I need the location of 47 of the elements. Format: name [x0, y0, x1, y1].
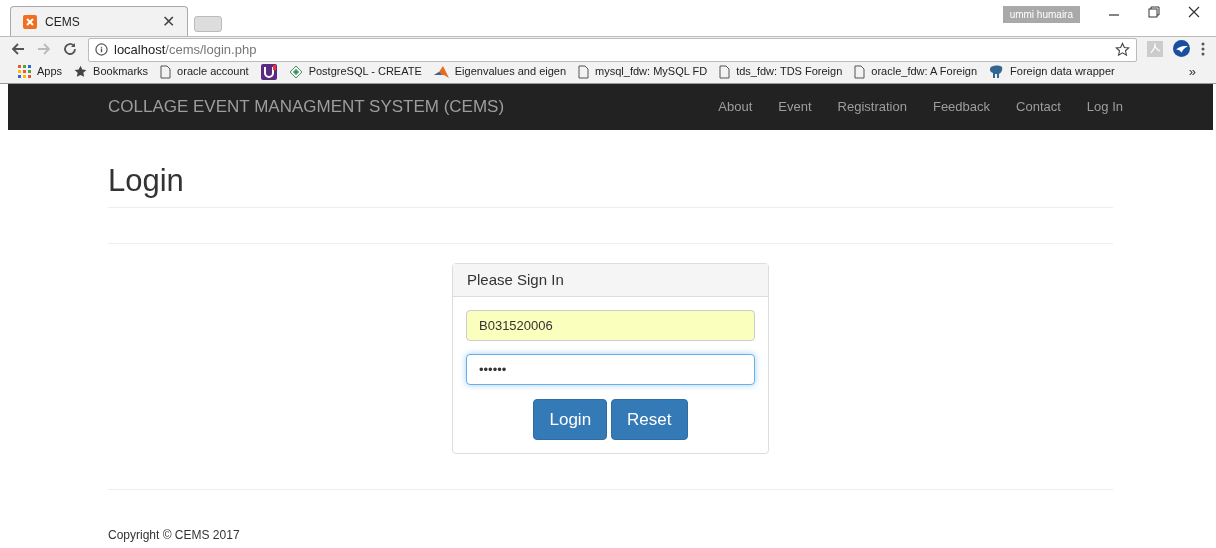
- page-heading: Login: [108, 163, 185, 199]
- page-icon: [719, 64, 731, 79]
- bookmark-link[interactable]: PostgreSQL - CREATE: [308, 63, 422, 80]
- peak-icon: [433, 64, 449, 79]
- nav-link[interactable]: Feedback: [932, 97, 991, 117]
- panel-title: Please Sign In: [453, 264, 768, 297]
- page-icon: [160, 64, 172, 79]
- bookmark-link[interactable]: Foreign data wrapper: [1010, 63, 1115, 80]
- form-button[interactable]: Login: [533, 399, 608, 440]
- reload-icon[interactable]: [62, 40, 78, 57]
- password-field[interactable]: ••••••: [466, 354, 755, 385]
- bookmark-link[interactable]: oracle account: [177, 63, 249, 80]
- tab-title: CEMS: [45, 13, 81, 31]
- page-icon: [854, 64, 866, 79]
- bookmark-link[interactable]: mysql_fdw: MySQL FD: [595, 63, 708, 80]
- bookmark-link[interactable]: Apps: [37, 63, 63, 80]
- close-icon[interactable]: [1186, 4, 1202, 20]
- username-field[interactable]: B031520006: [466, 310, 755, 341]
- nav-link[interactable]: Contact: [1016, 97, 1061, 117]
- form-button[interactable]: Reset: [611, 399, 688, 440]
- copyright-text: Copyright © CEMS 2017: [108, 528, 241, 542]
- bookmark-link[interactable]: Eigenvalues and eigen: [454, 63, 567, 80]
- bookmark-link[interactable]: Bookmarks: [93, 63, 149, 80]
- back-icon[interactable]: [10, 40, 26, 57]
- nav-link[interactable]: Event: [778, 97, 812, 117]
- info-icon[interactable]: [95, 43, 108, 56]
- page-icon: [578, 64, 590, 79]
- browser-tab[interactable]: CEMS ✕: [10, 6, 188, 36]
- address-bar[interactable]: localhost/cems/login.php: [88, 37, 1137, 62]
- nav-link[interactable]: Registration: [837, 97, 907, 117]
- bookmark-link[interactable]: tds_fdw: TDS Foreign: [736, 63, 843, 80]
- tab-favicon-icon: [23, 14, 37, 29]
- menu-icon[interactable]: [1200, 40, 1206, 57]
- star-icon: [74, 65, 88, 78]
- navbar-brand[interactable]: COLLAGE EVENT MANAGMENT SYSTEM (CEMS): [108, 94, 719, 120]
- u-logo-icon: [260, 63, 277, 80]
- url-text: localhost/cems/login.php: [114, 40, 258, 59]
- bookmark-link[interactable]: oracle_fdw: A Foreign: [871, 63, 978, 80]
- restore-icon[interactable]: [1146, 4, 1162, 20]
- star-icon[interactable]: [1115, 42, 1130, 57]
- elephant-icon: [989, 64, 1005, 79]
- apps-grid-icon: [18, 65, 31, 78]
- diamond-icon: [288, 64, 303, 79]
- nav-link[interactable]: Log In: [1086, 97, 1123, 117]
- close-tab-icon[interactable]: ✕: [162, 13, 175, 30]
- more-bookmarks-button[interactable]: »: [1188, 61, 1196, 82]
- nav-link[interactable]: About: [718, 97, 753, 117]
